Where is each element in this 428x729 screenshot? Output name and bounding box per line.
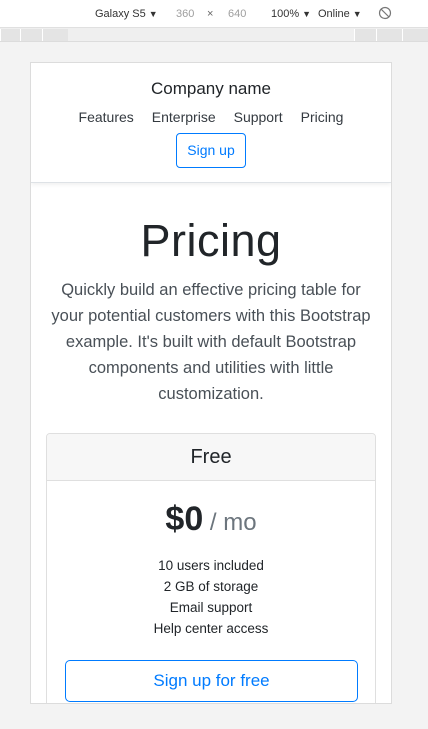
height-input[interactable]: 640 [228, 8, 246, 20]
media-query-segment[interactable] [20, 29, 42, 41]
nav-link-features[interactable]: Features [70, 109, 143, 125]
chevron-down-icon: ▼ [302, 9, 312, 19]
page-title: Pricing [140, 215, 282, 266]
device-viewport: Company name Features Enterprise Support… [30, 62, 392, 704]
list-item: Email support [169, 600, 253, 615]
plan-price: $0 / mo [47, 500, 375, 539]
plan-name: Free [47, 434, 375, 481]
width-input[interactable]: 360 [176, 8, 194, 20]
media-query-bar[interactable] [0, 28, 428, 42]
brand-name: Company name [150, 79, 271, 98]
price-period: / mo [203, 509, 257, 536]
throttle-select[interactable]: Online ▼ [318, 8, 362, 20]
media-query-segment[interactable] [42, 29, 68, 41]
signup-button[interactable]: Sign up [176, 133, 246, 168]
media-query-segment[interactable] [354, 29, 376, 41]
devtools-device-toolbar: Galaxy S5 ▼ 360 × 640 100% ▼ Online ▼ [0, 0, 428, 28]
nav-link-support[interactable]: Support [225, 109, 292, 125]
pricing-card-free: Free $0 / mo 10 users included 2 GB of s… [46, 433, 376, 703]
device-select-label: Galaxy S5 [95, 8, 146, 20]
device-select[interactable]: Galaxy S5 ▼ [95, 8, 158, 20]
media-query-segment[interactable] [0, 29, 20, 41]
zoom-select-label: 100% [271, 8, 300, 20]
page-lead: Quickly build an effective pricing table… [51, 281, 371, 403]
chevron-down-icon: ▼ [352, 9, 362, 19]
nav-link-enterprise[interactable]: Enterprise [143, 109, 225, 125]
list-item: Help center access [153, 621, 269, 636]
price-amount: $0 [165, 500, 204, 538]
media-query-segment[interactable] [376, 29, 402, 41]
nav-link-pricing[interactable]: Pricing [292, 109, 353, 125]
dimension-separator: × [207, 8, 214, 20]
throttle-select-label: Online [318, 8, 350, 20]
zoom-select[interactable]: 100% ▼ [271, 8, 311, 20]
site-header: Company name Features Enterprise Support… [31, 63, 391, 183]
chevron-down-icon: ▼ [148, 9, 158, 19]
main-nav: Features Enterprise Support Pricing [31, 109, 391, 125]
rotate-icon[interactable] [378, 6, 392, 20]
media-query-segment[interactable] [402, 29, 428, 41]
list-item: 2 GB of storage [163, 579, 259, 594]
plan-features: 10 users included 2 GB of storage Email … [47, 555, 375, 639]
signup-free-button[interactable]: Sign up for free [65, 660, 358, 702]
list-item: 10 users included [158, 558, 264, 573]
